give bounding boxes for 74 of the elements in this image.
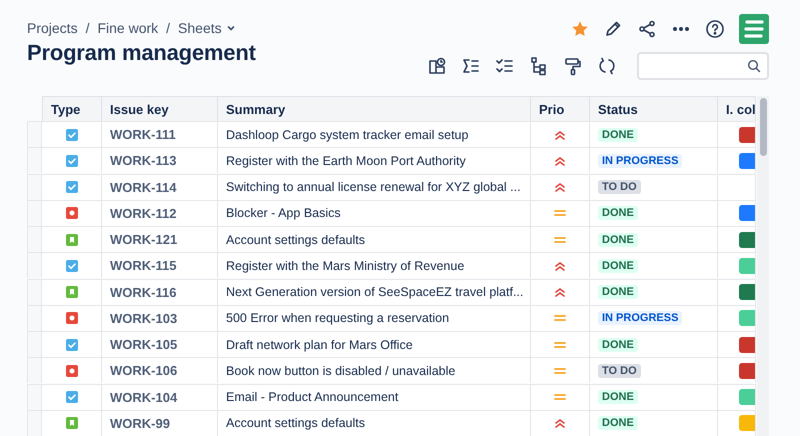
- star-icon[interactable]: [571, 20, 589, 38]
- breadcrumb-link[interactable]: Projects: [27, 20, 78, 36]
- status-lozenge[interactable]: DONE: [598, 338, 638, 352]
- status-lozenge[interactable]: TO DO: [598, 180, 641, 194]
- row-handle[interactable]: [27, 278, 42, 305]
- summary-cell: Account settings defaults: [218, 410, 531, 436]
- row-handle[interactable]: [27, 331, 42, 358]
- hierarchy-icon[interactable]: [529, 56, 549, 76]
- column-header[interactable]: Issue key: [102, 96, 218, 121]
- issue-key-cell[interactable]: WORK-104: [102, 384, 218, 410]
- column-header[interactable]: Prio: [531, 96, 590, 121]
- issue-key-cell[interactable]: WORK-112: [102, 200, 218, 226]
- app-logo[interactable]: [739, 14, 769, 44]
- breadcrumb-link[interactable]: Fine work: [97, 20, 158, 36]
- issue-key-cell[interactable]: WORK-111: [102, 121, 218, 148]
- share-icon[interactable]: [637, 19, 657, 39]
- summary-cell: Blocker - App Basics: [218, 200, 531, 226]
- row-handle[interactable]: [27, 200, 42, 226]
- status-lozenge[interactable]: DONE: [598, 390, 638, 404]
- search-icon: [747, 59, 761, 73]
- status-lozenge[interactable]: IN PROGRESS: [598, 311, 682, 326]
- status-lozenge[interactable]: DONE: [598, 128, 638, 142]
- summary-cell: Next Generation version of SeeSpaceEZ travel platf...: [218, 278, 531, 305]
- row-handle[interactable]: [27, 252, 42, 278]
- chevron-down-icon[interactable]: [226, 23, 236, 33]
- issue-key-cell[interactable]: WORK-114: [102, 174, 218, 200]
- summary-cell: Register with the Earth Moon Port Authority: [218, 147, 531, 174]
- paint-roller-icon[interactable]: [563, 56, 583, 76]
- status-lozenge[interactable]: DONE: [598, 416, 638, 430]
- summary-cell: Email - Product Announcement: [218, 384, 531, 410]
- row-handle[interactable]: [27, 174, 42, 200]
- pencil-icon[interactable]: [603, 19, 623, 39]
- issue-key-cell[interactable]: WORK-105: [102, 331, 218, 358]
- column-header[interactable]: Status: [590, 96, 718, 121]
- status-lozenge[interactable]: IN PROGRESS: [598, 154, 682, 168]
- summary-cell: Dashloop Cargo system tracker email setup: [218, 121, 531, 148]
- summary-cell: Draft network plan for Mars Office: [218, 331, 531, 358]
- issue-key-cell[interactable]: WORK-115: [102, 252, 218, 278]
- status-lozenge[interactable]: DONE: [598, 206, 638, 220]
- summary-cell: Account settings defaults: [218, 226, 531, 252]
- status-lozenge[interactable]: DONE: [598, 258, 638, 273]
- row-handle[interactable]: [27, 147, 42, 174]
- issue-key-cell[interactable]: WORK-103: [102, 304, 218, 331]
- issue-key-cell[interactable]: WORK-116: [102, 278, 218, 305]
- row-handle[interactable]: [27, 304, 42, 331]
- issue-key-cell[interactable]: WORK-106: [102, 357, 218, 384]
- refresh-icon[interactable]: [597, 56, 617, 76]
- row-handle[interactable]: [27, 410, 42, 436]
- board-clock-icon[interactable]: [427, 56, 447, 76]
- column-header[interactable]: Summary: [218, 96, 531, 121]
- search-field[interactable]: [637, 52, 769, 80]
- row-handle[interactable]: [27, 384, 42, 410]
- summary-cell: Switching to annual license renewal for XYZ global ...: [218, 174, 531, 200]
- breadcrumb-separator: /: [86, 20, 90, 36]
- help-icon[interactable]: [705, 19, 725, 39]
- sum-list-icon[interactable]: [461, 56, 481, 76]
- row-handle[interactable]: [27, 357, 42, 384]
- summary-cell: 500 Error when requesting a reservation: [218, 304, 531, 331]
- breadcrumb-link[interactable]: Sheets: [178, 20, 236, 36]
- summary-cell: Register with the Mars Ministry of Revenue: [218, 252, 531, 278]
- status-lozenge[interactable]: TO DO: [598, 364, 641, 378]
- column-header[interactable]: I. col: [718, 96, 756, 121]
- row-handle[interactable]: [27, 226, 42, 252]
- summary-cell: Book now button is disabled / unavailable: [218, 357, 531, 384]
- breadcrumb-separator: /: [166, 20, 170, 36]
- status-lozenge[interactable]: DONE: [598, 232, 638, 247]
- page-title: Program management: [27, 40, 256, 66]
- issue-key-cell[interactable]: WORK-113: [102, 147, 218, 174]
- issue-key-cell[interactable]: WORK-99: [102, 410, 218, 436]
- issue-key-cell[interactable]: WORK-121: [102, 226, 218, 252]
- row-handle[interactable]: [27, 121, 42, 148]
- scrollbar-thumb[interactable]: [760, 98, 766, 156]
- status-lozenge[interactable]: DONE: [598, 285, 638, 300]
- column-header[interactable]: Type: [42, 96, 102, 121]
